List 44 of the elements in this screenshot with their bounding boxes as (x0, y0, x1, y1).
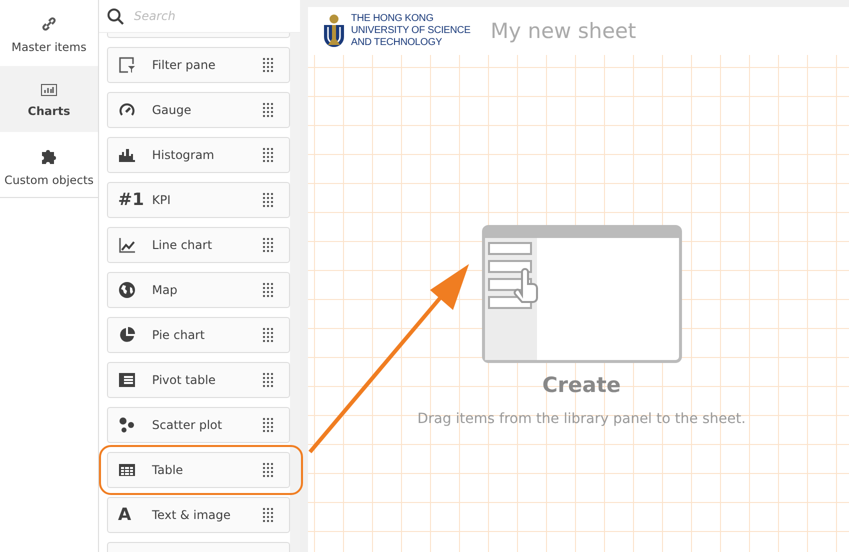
drag-handle-icon[interactable] (263, 508, 274, 522)
drag-handle-icon[interactable] (263, 193, 274, 207)
library-item[interactable]: Line chart (107, 227, 290, 263)
drag-handle-icon[interactable] (263, 418, 274, 432)
library-item[interactable]: Map (107, 272, 290, 308)
library-item[interactable]: Pivot table (107, 362, 290, 398)
scatter-plot-icon (118, 416, 136, 434)
globe-icon (118, 281, 136, 299)
nav-tab[interactable]: Master items (0, 0, 98, 66)
drag-handle-icon[interactable] (263, 148, 274, 162)
drag-handle-icon[interactable] (263, 373, 274, 387)
filter-icon (118, 56, 136, 74)
library-item[interactable]: Gauge (107, 92, 290, 128)
library-item[interactable]: Scatter plot (107, 407, 290, 443)
drag-handle-icon[interactable] (263, 463, 274, 477)
nav-tab[interactable]: Charts (0, 66, 98, 132)
university-logo: THE HONG KONG UNIVERSITY OF SCIENCE AND TECHNOLOGY (323, 13, 471, 49)
library-item[interactable]: Histogram (107, 137, 290, 173)
library-item[interactable]: Filter pane (107, 47, 290, 83)
drag-handle-icon[interactable] (263, 103, 274, 117)
library-item[interactable]: Table (107, 452, 290, 488)
search-icon (107, 8, 124, 25)
bar-chart-icon (41, 84, 57, 96)
nav-tab[interactable]: Custom objects (0, 132, 98, 198)
drag-handle-icon[interactable] (263, 238, 274, 252)
glyph-icon: A (118, 505, 132, 525)
drag-handle-icon[interactable] (263, 58, 274, 72)
glyph-icon: #1 (118, 190, 144, 210)
emblem-icon (323, 14, 345, 48)
line-chart-icon (118, 236, 136, 254)
drag-handle-icon[interactable] (263, 328, 274, 342)
sheet-title: My new sheet (490, 19, 636, 43)
search-field[interactable]: Search (132, 8, 276, 24)
histogram-icon (118, 146, 136, 164)
pie-chart-icon (118, 326, 136, 344)
create-heading: Create (542, 373, 621, 397)
link-icon (41, 16, 57, 32)
pivot-table-icon (118, 372, 136, 388)
empty-sheet-hint: Drag items from the library panel to the sheet. (417, 411, 746, 427)
library-item[interactable]: A Text & image (107, 497, 290, 533)
table-icon (118, 463, 136, 477)
library-item[interactable]: Pie chart (107, 317, 290, 353)
library-item[interactable]: #1 KPI (107, 182, 290, 218)
drag-handle-icon[interactable] (263, 283, 274, 297)
